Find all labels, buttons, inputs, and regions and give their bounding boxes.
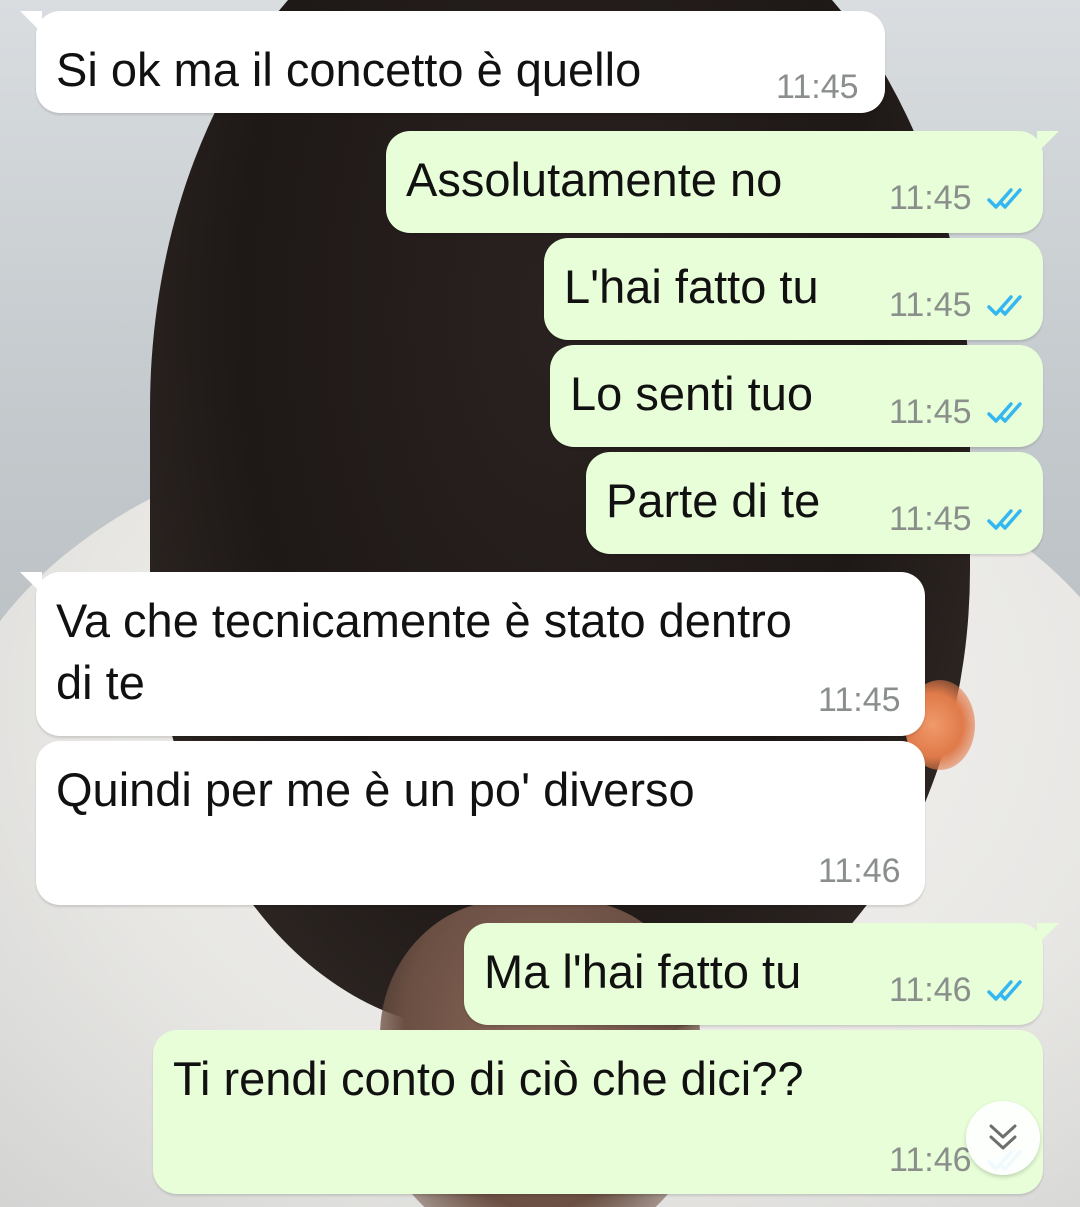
double-check-icon xyxy=(987,402,1022,423)
message-text: Parte di te xyxy=(606,474,821,527)
message-time: 11:45 xyxy=(818,681,901,719)
message-time: 11:45 xyxy=(889,393,972,431)
message-bubble-outgoing[interactable]: Parte di te 11:45 xyxy=(586,452,1043,554)
message-time: 11:45 xyxy=(889,500,972,538)
message-bubble-incoming[interactable]: Va che tecnicamente è stato dentro di te… xyxy=(20,572,925,736)
message-time: 11:45 xyxy=(776,68,859,106)
double-check-icon xyxy=(987,295,1022,316)
message-text: L'hai fatto tu xyxy=(564,260,819,313)
message-text: Ma l'hai fatto tu xyxy=(484,945,802,998)
message-text: Quindi per me è un po' diverso xyxy=(56,763,695,816)
message-text: Assolutamente no xyxy=(406,153,783,206)
message-text-line-2: di te xyxy=(56,656,145,709)
message-bubble-outgoing[interactable]: Assolutamente no 11:45 xyxy=(386,131,1059,233)
message-bubble-outgoing[interactable]: Ma l'hai fatto tu 11:46 xyxy=(464,923,1059,1025)
message-bubble-outgoing[interactable]: Ti rendi conto di ciò che dici?? 11:46 xyxy=(153,1030,1043,1194)
double-check-icon xyxy=(987,509,1022,530)
message-bubble-outgoing[interactable]: L'hai fatto tu 11:45 xyxy=(544,238,1043,340)
double-check-icon xyxy=(987,188,1022,209)
message-text: Lo senti tuo xyxy=(570,367,814,420)
message-text: Si ok ma il concetto è quello xyxy=(56,43,642,96)
message-time: 11:46 xyxy=(889,1141,972,1179)
message-time: 11:45 xyxy=(889,286,972,324)
message-bubble-incoming[interactable]: Si ok ma il concetto è quello 11:45 xyxy=(20,11,885,113)
double-check-icon xyxy=(987,980,1022,1001)
message-time: 11:45 xyxy=(889,179,972,217)
message-bubble-incoming[interactable]: Quindi per me è un po' diverso 11:46 xyxy=(36,741,925,905)
message-bubble-outgoing[interactable]: Lo senti tuo 11:45 xyxy=(550,345,1043,447)
message-time: 11:46 xyxy=(889,971,972,1009)
message-time: 11:46 xyxy=(818,852,901,890)
message-text: Ti rendi conto di ciò che dici?? xyxy=(173,1052,804,1105)
double-chevron-down-icon xyxy=(989,1124,1017,1150)
message-text-line-1: Va che tecnicamente è stato dentro xyxy=(56,594,792,647)
scroll-to-bottom-button[interactable] xyxy=(966,1101,1040,1175)
